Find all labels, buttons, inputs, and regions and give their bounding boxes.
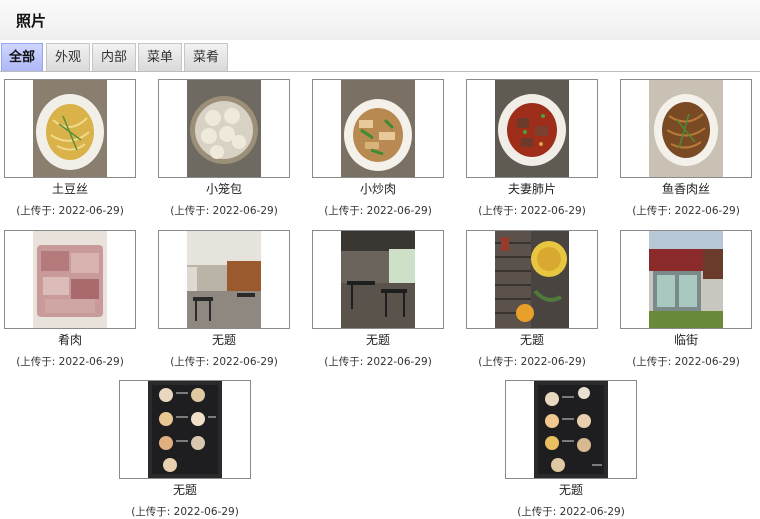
upload-date: (上传于: 2022-06-29)	[170, 356, 278, 368]
upload-date: (上传于: 2022-06-29)	[478, 205, 586, 217]
soup-dumplings-photo	[187, 80, 261, 177]
photo-card[interactable]: 土豆丝 (上传于: 2022-06-29)	[4, 79, 136, 218]
photo-card[interactable]: 临街 (上传于: 2022-06-29)	[620, 230, 752, 369]
photo-frame[interactable]	[119, 380, 251, 479]
photo-title: 鱼香肉丝	[661, 182, 710, 196]
photo-frame[interactable]	[4, 79, 136, 178]
photo-card[interactable]: 肴肉 (上传于: 2022-06-29)	[4, 230, 136, 369]
photo-frame[interactable]	[4, 230, 136, 329]
photo-title: 土豆丝	[51, 182, 88, 196]
storefront-photo	[649, 231, 723, 328]
menu-page-photo	[148, 381, 222, 478]
upload-date: (上传于: 2022-06-29)	[131, 506, 239, 518]
photo-frame[interactable]	[466, 79, 598, 178]
photo-card[interactable]: 小炒肉 (上传于: 2022-06-29)	[312, 79, 444, 218]
sliced-beef-chili-photo	[495, 80, 569, 177]
photo-card[interactable]: 无题 (上传于: 2022-06-29)	[505, 380, 637, 519]
tab-menu[interactable]: 菜单	[138, 43, 182, 71]
tab-interior[interactable]: 内部	[92, 43, 136, 71]
photo-frame[interactable]	[466, 230, 598, 329]
photo-title: 无题	[519, 333, 544, 347]
shredded-potato-photo	[33, 80, 107, 177]
photo-title: 无题	[365, 333, 390, 347]
photo-frame[interactable]	[505, 380, 637, 479]
photo-frame[interactable]	[312, 79, 444, 178]
pork-terrine-photo	[33, 231, 107, 328]
photo-card[interactable]: 无题 (上传于: 2022-06-29)	[312, 230, 444, 369]
upload-date: (上传于: 2022-06-29)	[324, 356, 432, 368]
photo-title: 临街	[673, 333, 698, 347]
photo-card[interactable]: 无题 (上传于: 2022-06-29)	[119, 380, 251, 519]
photo-card[interactable]: 无题 (上传于: 2022-06-29)	[466, 230, 598, 369]
page-header: 照片	[0, 0, 760, 40]
upload-date: (上传于: 2022-06-29)	[16, 356, 124, 368]
upload-date: (上传于: 2022-06-29)	[517, 506, 625, 518]
photo-category-tabs: 全部 外观 内部 菜单 菜肴	[0, 41, 760, 72]
photo-title: 肴肉	[57, 333, 82, 347]
photo-frame[interactable]	[158, 79, 290, 178]
upload-date: (上传于: 2022-06-29)	[478, 356, 586, 368]
upload-date: (上传于: 2022-06-29)	[632, 205, 740, 217]
photo-title: 无题	[172, 483, 197, 497]
upload-date: (上传于: 2022-06-29)	[324, 205, 432, 217]
photo-title: 小笼包	[205, 182, 242, 196]
photo-title: 无题	[558, 483, 583, 497]
tab-all[interactable]: 全部	[1, 43, 43, 71]
photo-frame[interactable]	[312, 230, 444, 329]
tab-dishes[interactable]: 菜肴	[184, 43, 228, 71]
upload-date: (上传于: 2022-06-29)	[16, 205, 124, 217]
photo-title: 无题	[211, 333, 236, 347]
tab-exterior[interactable]: 外观	[46, 43, 90, 71]
photo-frame[interactable]	[158, 230, 290, 329]
upload-date: (上传于: 2022-06-29)	[170, 205, 278, 217]
wall-decor-photo	[495, 231, 569, 328]
yuxiang-pork-photo	[649, 80, 723, 177]
photo-frame[interactable]	[620, 230, 752, 329]
photo-card[interactable]: 鱼香肉丝 (上传于: 2022-06-29)	[620, 79, 752, 218]
page-title: 照片	[16, 12, 47, 30]
photo-card[interactable]: 夫妻肺片 (上传于: 2022-06-29)	[466, 79, 598, 218]
dining-tables-photo	[341, 231, 415, 328]
photo-title: 小炒肉	[359, 182, 396, 196]
photo-title: 夫妻肺片	[507, 182, 556, 196]
photo-frame[interactable]	[620, 79, 752, 178]
stir-fry-pork-photo	[341, 80, 415, 177]
upload-date: (上传于: 2022-06-29)	[632, 356, 740, 368]
photo-card[interactable]: 小笼包 (上传于: 2022-06-29)	[158, 79, 290, 218]
photo-card[interactable]: 无题 (上传于: 2022-06-29)	[158, 230, 290, 369]
dining-room-photo	[187, 231, 261, 328]
menu-page-photo	[534, 381, 608, 478]
